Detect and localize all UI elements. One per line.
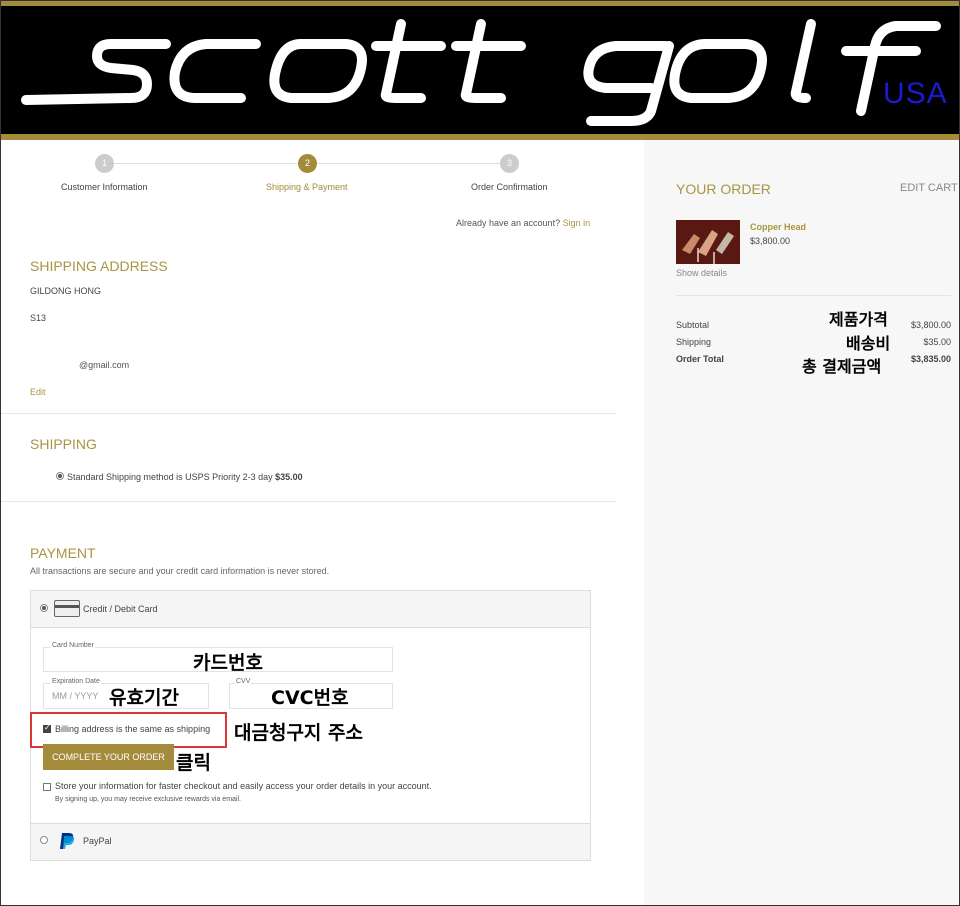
page-frame: [0, 0, 960, 906]
